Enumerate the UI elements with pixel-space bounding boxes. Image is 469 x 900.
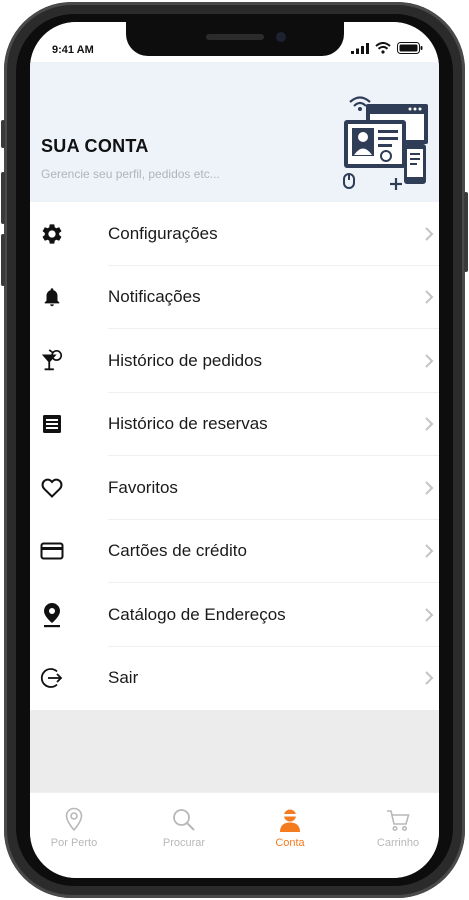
heart-icon — [40, 476, 64, 500]
tab-label: Carrinho — [376, 837, 420, 849]
menu-item-sair[interactable]: Sair — [30, 647, 439, 711]
account-header: SUA CONTA Gerencie seu perfil, pedidos e… — [30, 60, 439, 202]
chevron-right-icon — [425, 481, 434, 495]
menu-item-label: Configurações — [108, 223, 218, 243]
notch — [126, 22, 344, 56]
search-icon — [173, 809, 195, 831]
menu-item-label: Histórico de pedidos — [108, 350, 263, 370]
battery-icon — [397, 42, 423, 54]
chevron-right-icon — [425, 544, 434, 558]
user-icon — [280, 809, 300, 832]
location-pin-icon — [40, 602, 64, 627]
account-menu: Configurações Notificações Histórico de … — [30, 202, 439, 710]
tab-label: Por Perto — [50, 837, 98, 849]
tab-conta[interactable]: Conta — [250, 807, 330, 849]
tab-carrinho[interactable]: Carrinho — [358, 807, 438, 849]
menu-item-notificacoes[interactable]: Notificações — [30, 266, 439, 329]
chevron-right-icon — [425, 227, 434, 241]
tab-label: Conta — [275, 837, 305, 849]
chevron-right-icon — [425, 671, 434, 685]
tab-procurar[interactable]: Procurar — [144, 807, 224, 849]
menu-item-historico-pedidos[interactable]: Histórico de pedidos — [30, 329, 439, 393]
chevron-right-icon — [425, 417, 434, 431]
front-camera — [276, 32, 286, 42]
speaker — [206, 34, 264, 40]
bell-icon — [40, 285, 64, 309]
page-title: SUA CONTA — [41, 136, 149, 156]
menu-item-label: Notificações — [108, 287, 201, 307]
cocktail-icon — [40, 349, 64, 373]
signal-icon — [351, 42, 369, 54]
bottom-tab-bar: Por Perto Procurar Conta Carrinho — [30, 792, 439, 878]
app-screen: 9:41 AM SUA CONTA Gerencie seu perfil, p… — [30, 22, 439, 878]
wifi-icon — [375, 42, 391, 54]
gear-icon — [40, 222, 64, 246]
list-document-icon — [40, 412, 64, 436]
menu-item-label: Favoritos — [108, 477, 178, 497]
page-subtitle: Gerencie seu perfil, pedidos etc... — [41, 167, 220, 181]
logout-icon — [40, 666, 64, 690]
chevron-right-icon — [425, 290, 434, 304]
menu-item-historico-reservas[interactable]: Histórico de reservas — [30, 393, 439, 456]
status-time: 9:41 AM — [52, 44, 94, 56]
chevron-right-icon — [425, 354, 434, 368]
power-button — [464, 192, 468, 272]
cart-icon — [387, 810, 410, 832]
volume-down-button — [1, 234, 5, 286]
menu-item-configuracoes[interactable]: Configurações — [30, 202, 439, 266]
mute-switch — [1, 120, 5, 148]
menu-item-label: Sair — [108, 668, 139, 688]
profile-illustration — [343, 96, 428, 190]
menu-item-label: Cartões de crédito — [108, 541, 247, 561]
menu-item-cartoes-credito[interactable]: Cartões de crédito — [30, 520, 439, 583]
volume-up-button — [1, 172, 5, 224]
credit-card-icon — [40, 539, 64, 563]
status-icons — [351, 42, 423, 54]
chevron-right-icon — [425, 608, 434, 622]
menu-item-catalogo-enderecos[interactable]: Catálogo de Endereços — [30, 583, 439, 647]
tab-por-perto[interactable]: Por Perto — [34, 807, 114, 849]
menu-item-favoritos[interactable]: Favoritos — [30, 456, 439, 520]
menu-item-label: Catálogo de Endereços — [108, 604, 286, 624]
location-pin-icon — [65, 807, 83, 832]
menu-item-label: Histórico de reservas — [108, 414, 268, 434]
tab-label: Procurar — [162, 837, 206, 849]
